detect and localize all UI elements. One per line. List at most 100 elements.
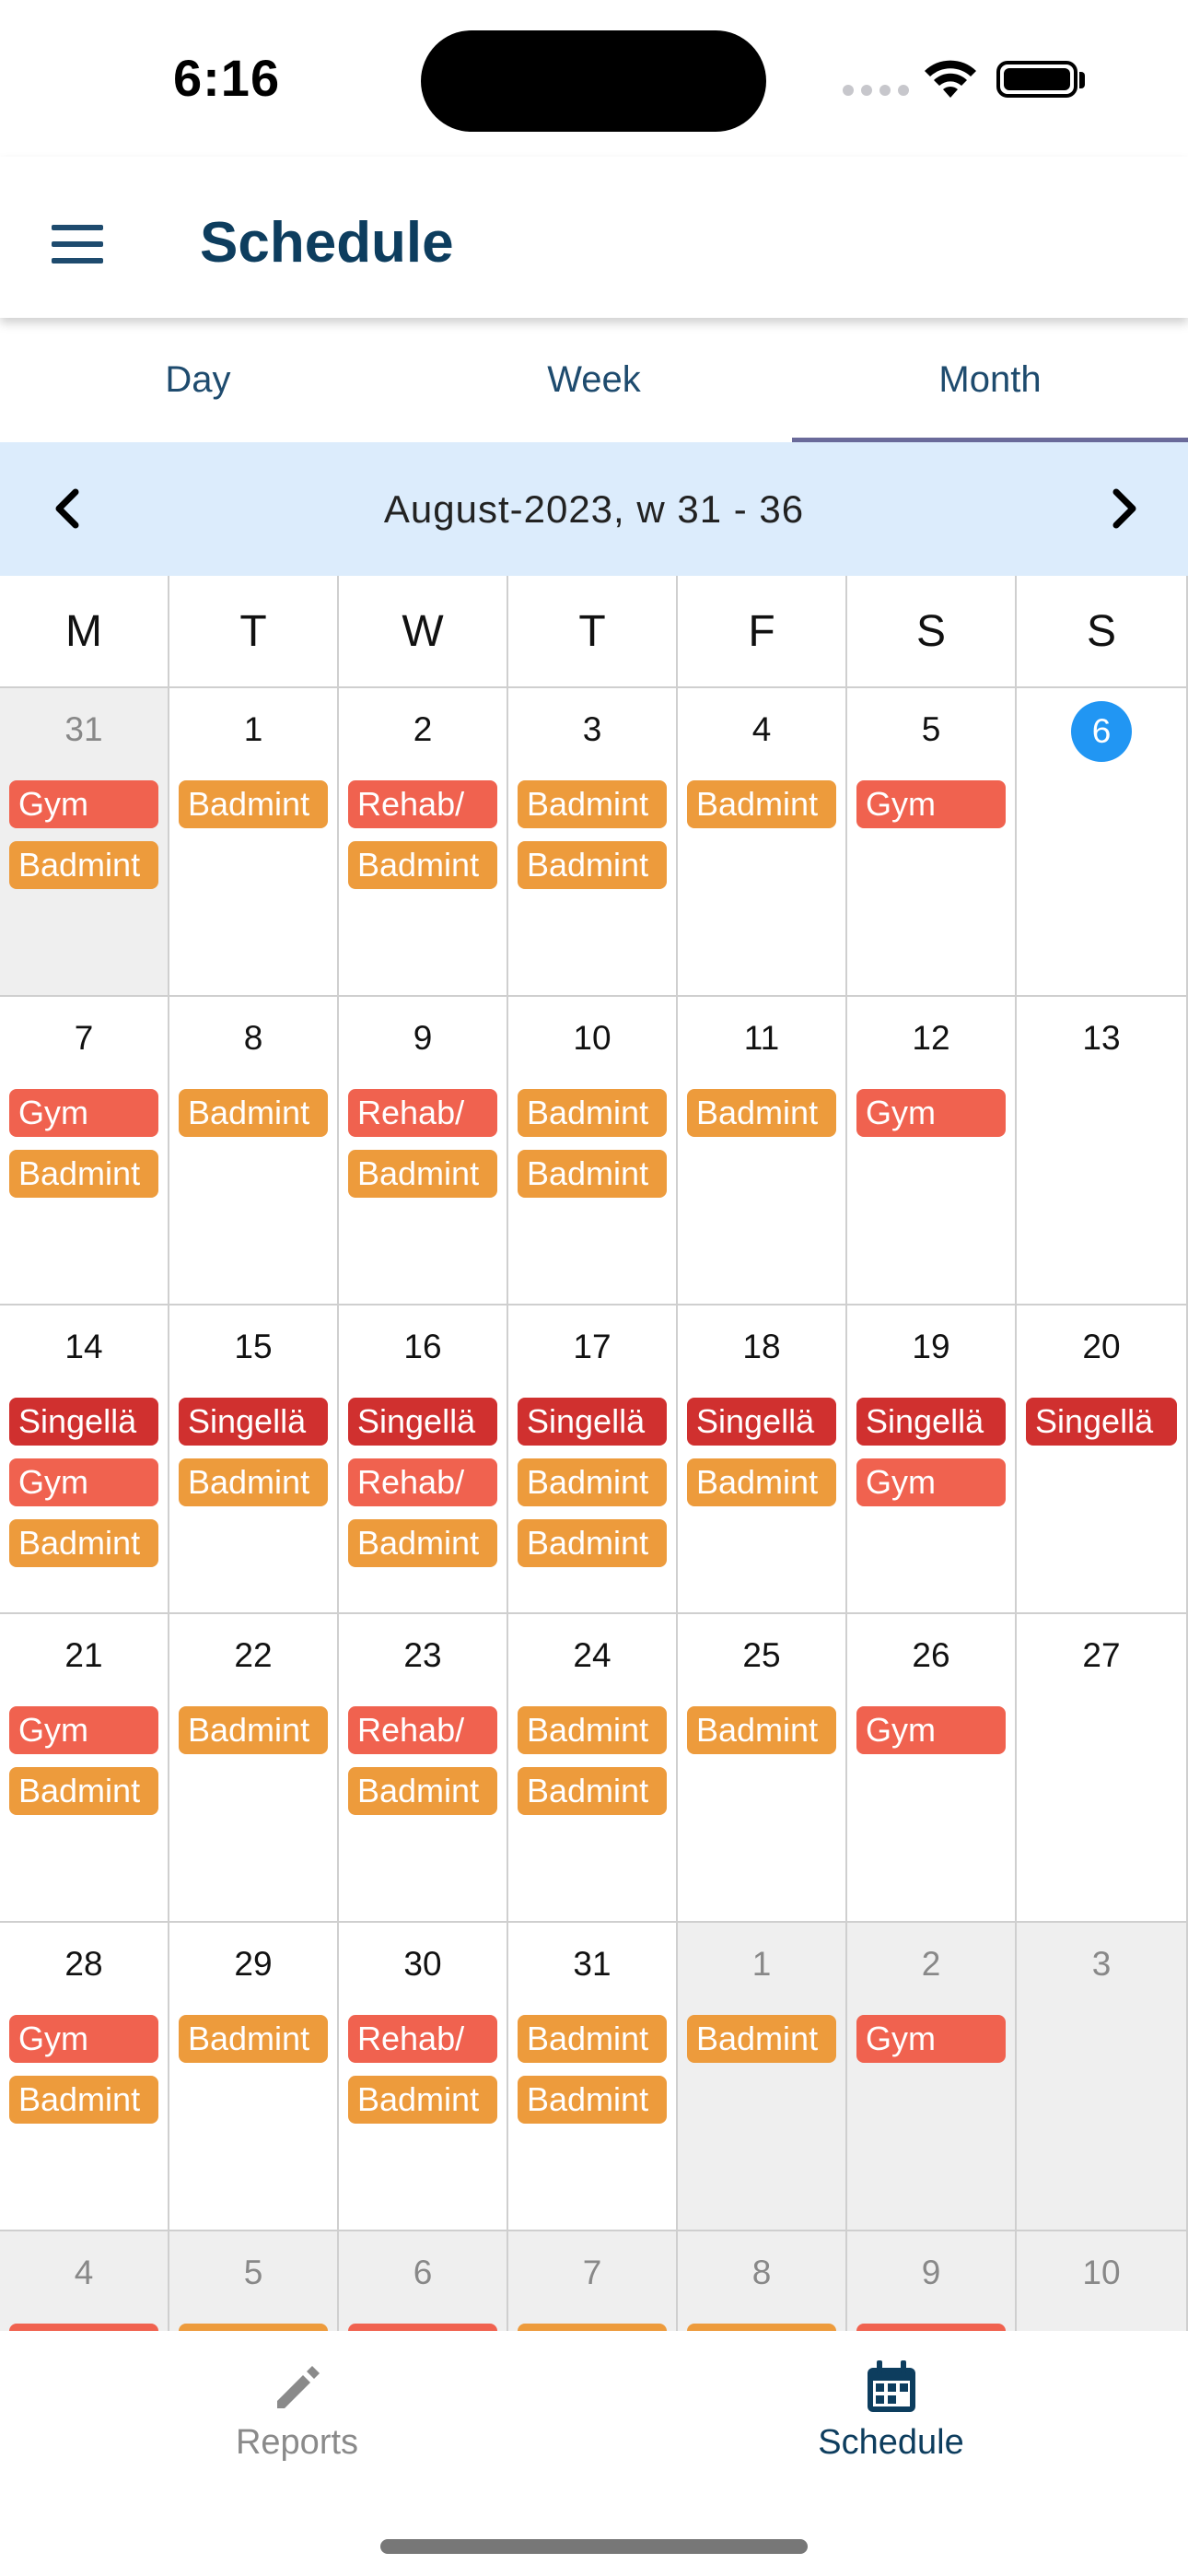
- day-cell[interactable]: 6: [1017, 688, 1188, 997]
- tab-month[interactable]: Month: [792, 318, 1188, 442]
- event-chip-badmint[interactable]: Badmint: [179, 1458, 328, 1506]
- event-chip-badmint[interactable]: Badmint: [687, 2015, 836, 2063]
- day-cell[interactable]: 25 Badmint: [678, 1614, 847, 1923]
- event-chip-badmint[interactable]: [687, 2324, 836, 2331]
- event-chip-gym[interactable]: Gym: [856, 1458, 1006, 1506]
- menu-icon[interactable]: [52, 225, 103, 263]
- event-chip-singella[interactable]: Singellä: [9, 1398, 158, 1446]
- event-chip-singella[interactable]: Singellä: [179, 1398, 328, 1446]
- event-chip-badmint[interactable]: Badmint: [179, 780, 328, 828]
- event-chip-gym[interactable]: Gym: [9, 2015, 158, 2063]
- chevron-left-icon[interactable]: [42, 483, 94, 534]
- event-chip-badmint[interactable]: Badmint: [518, 2015, 667, 2063]
- day-cell[interactable]: 5 Gym: [847, 688, 1017, 997]
- event-chip-singella[interactable]: Singellä: [1026, 1398, 1177, 1446]
- day-cell[interactable]: 20 Singellä: [1017, 1306, 1188, 1614]
- day-cell[interactable]: 7: [508, 2231, 678, 2331]
- event-chip-badmint[interactable]: [518, 2324, 667, 2331]
- event-chip-badmint[interactable]: Badmint: [687, 1458, 836, 1506]
- event-chip-badmint[interactable]: Badmint: [348, 1767, 497, 1815]
- day-cell[interactable]: 24 Badmint Badmint: [508, 1614, 678, 1923]
- event-chip-gym[interactable]: Gym: [9, 1458, 158, 1506]
- event-chip-singella[interactable]: Singellä: [518, 1398, 667, 1446]
- event-chip-badmint[interactable]: Badmint: [179, 1706, 328, 1754]
- nav-reports[interactable]: Reports: [0, 2331, 594, 2515]
- event-chip-badmint[interactable]: Badmint: [348, 1519, 497, 1567]
- event-chip-gym[interactable]: Gym: [856, 2015, 1006, 2063]
- event-chip-rehab[interactable]: Rehab/: [348, 2015, 497, 2063]
- chevron-right-icon[interactable]: [1098, 483, 1149, 534]
- day-cell[interactable]: 27: [1017, 1614, 1188, 1923]
- day-cell[interactable]: 4 Badmint: [678, 688, 847, 997]
- day-cell[interactable]: 29 Badmint: [169, 1923, 339, 2231]
- event-chip-badmint[interactable]: Badmint: [687, 1089, 836, 1137]
- day-cell[interactable]: 21 Gym Badmint: [0, 1614, 169, 1923]
- day-cell[interactable]: 28 Gym Badmint: [0, 1923, 169, 2231]
- day-cell[interactable]: 5: [169, 2231, 339, 2331]
- event-chip-gym[interactable]: Gym: [9, 780, 158, 828]
- event-chip-gym[interactable]: [856, 2324, 1006, 2331]
- event-chip-singella[interactable]: Singellä: [856, 1398, 1006, 1446]
- day-cell[interactable]: 8: [678, 2231, 847, 2331]
- event-chip-rehab[interactable]: Rehab/: [348, 1089, 497, 1137]
- event-chip-singella[interactable]: Singellä: [687, 1398, 836, 1446]
- event-chip-badmint[interactable]: Badmint: [9, 1150, 158, 1198]
- event-chip-gym[interactable]: Gym: [856, 780, 1006, 828]
- day-cell[interactable]: 31 Badmint Badmint: [508, 1923, 678, 2231]
- event-chip-badmint[interactable]: Badmint: [518, 1150, 667, 1198]
- day-cell[interactable]: 6: [339, 2231, 508, 2331]
- day-cell[interactable]: 4: [0, 2231, 169, 2331]
- event-chip-gym[interactable]: [9, 2324, 158, 2331]
- event-chip-rehab[interactable]: Rehab/: [348, 780, 497, 828]
- event-chip-gym[interactable]: Gym: [856, 1089, 1006, 1137]
- event-chip-badmint[interactable]: [179, 2324, 328, 2331]
- day-cell[interactable]: 13: [1017, 997, 1188, 1306]
- tab-day[interactable]: Day: [0, 318, 396, 442]
- event-chip-badmint[interactable]: Badmint: [518, 780, 667, 828]
- event-chip-badmint[interactable]: Badmint: [518, 1767, 667, 1815]
- event-chip-rehab[interactable]: Rehab/: [348, 1458, 497, 1506]
- day-cell[interactable]: 18 Singellä Badmint: [678, 1306, 847, 1614]
- day-cell[interactable]: 10 Badmint Badmint: [508, 997, 678, 1306]
- event-chip-badmint[interactable]: Badmint: [518, 1089, 667, 1137]
- tab-week[interactable]: Week: [396, 318, 792, 442]
- event-chip-badmint[interactable]: Badmint: [179, 1089, 328, 1137]
- event-chip-badmint[interactable]: Badmint: [518, 2076, 667, 2124]
- event-chip-badmint[interactable]: Badmint: [518, 1519, 667, 1567]
- event-chip-rehab[interactable]: [348, 2324, 497, 2331]
- event-chip-singella[interactable]: Singellä: [348, 1398, 497, 1446]
- day-cell[interactable]: 19 Singellä Gym: [847, 1306, 1017, 1614]
- day-cell[interactable]: 22 Badmint: [169, 1614, 339, 1923]
- day-cell[interactable]: 14 Singellä Gym Badmint: [0, 1306, 169, 1614]
- day-cell[interactable]: 9: [847, 2231, 1017, 2331]
- event-chip-badmint[interactable]: Badmint: [9, 1519, 158, 1567]
- event-chip-badmint[interactable]: Badmint: [9, 2076, 158, 2124]
- day-cell[interactable]: 12 Gym: [847, 997, 1017, 1306]
- event-chip-rehab[interactable]: Rehab/: [348, 1706, 497, 1754]
- event-chip-badmint[interactable]: Badmint: [518, 1706, 667, 1754]
- event-chip-gym[interactable]: Gym: [9, 1089, 158, 1137]
- day-cell[interactable]: 1 Badmint: [678, 1923, 847, 2231]
- day-cell[interactable]: 31 Gym Badmint: [0, 688, 169, 997]
- day-cell[interactable]: 8 Badmint: [169, 997, 339, 1306]
- event-chip-badmint[interactable]: Badmint: [348, 841, 497, 889]
- day-cell[interactable]: 15 Singellä Badmint: [169, 1306, 339, 1614]
- day-cell[interactable]: 7 Gym Badmint: [0, 997, 169, 1306]
- day-cell[interactable]: 10: [1017, 2231, 1188, 2331]
- event-chip-badmint[interactable]: Badmint: [348, 1150, 497, 1198]
- event-chip-badmint[interactable]: Badmint: [179, 2015, 328, 2063]
- day-cell[interactable]: 30 Rehab/Badmint: [339, 1923, 508, 2231]
- day-cell[interactable]: 16 Singellä Rehab/Badmint: [339, 1306, 508, 1614]
- day-cell[interactable]: 3 Badmint Badmint: [508, 688, 678, 997]
- event-chip-gym[interactable]: Gym: [856, 1706, 1006, 1754]
- event-chip-badmint[interactable]: Badmint: [518, 841, 667, 889]
- day-cell[interactable]: 23 Rehab/Badmint: [339, 1614, 508, 1923]
- day-cell[interactable]: 17 Singellä Badmint Badmint: [508, 1306, 678, 1614]
- event-chip-badmint[interactable]: Badmint: [348, 2076, 497, 2124]
- event-chip-badmint[interactable]: Badmint: [518, 1458, 667, 1506]
- day-cell[interactable]: 2 Rehab/Badmint: [339, 688, 508, 997]
- event-chip-badmint[interactable]: Badmint: [687, 1706, 836, 1754]
- day-cell[interactable]: 11 Badmint: [678, 997, 847, 1306]
- day-cell[interactable]: 26 Gym: [847, 1614, 1017, 1923]
- event-chip-badmint[interactable]: Badmint: [9, 1767, 158, 1815]
